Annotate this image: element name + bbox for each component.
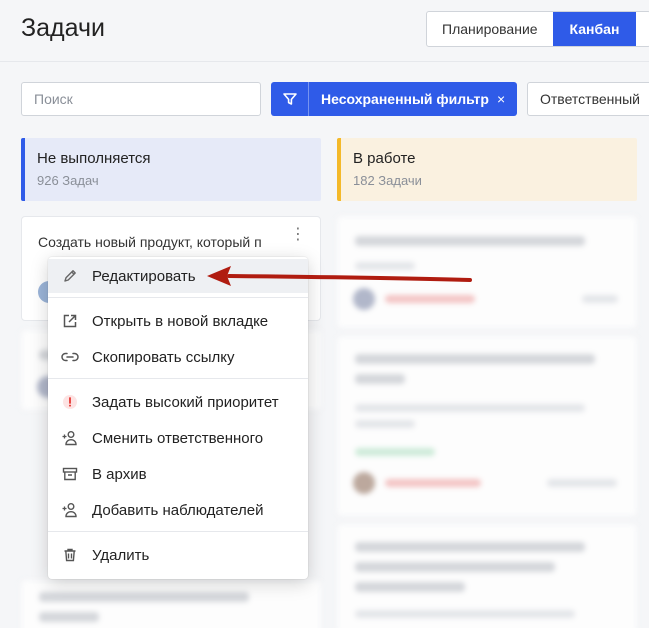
search-input[interactable] — [21, 82, 261, 116]
menu-item-label: Сменить ответственного — [92, 429, 264, 447]
task-context-menu: Редактировать Открыть в новой вкладке Ск… — [48, 257, 308, 579]
page-header: Задачи Планирование Канбан — [0, 0, 649, 62]
menu-item-add-watchers[interactable]: Добавить наблюдателей — [48, 493, 308, 527]
menu-item-archive[interactable]: В архив — [48, 457, 308, 491]
view-planning-tab[interactable]: Планирование — [427, 12, 553, 46]
filter-clear-icon[interactable]: × — [497, 91, 505, 107]
menu-divider — [48, 297, 308, 298]
menu-item-open-new-tab[interactable]: Открыть в новой вкладке — [48, 304, 308, 338]
column-header-in-progress: В работе 182 Задачи — [337, 138, 637, 201]
kebab-icon[interactable]: ⋮ — [290, 227, 306, 243]
task-card — [21, 580, 321, 628]
view-switch-overflow[interactable] — [636, 12, 649, 46]
user-add-icon — [48, 502, 92, 518]
column-header-not-started: Не выполняется 926 Задач — [21, 138, 321, 201]
archive-icon — [48, 466, 92, 482]
filter-label: Несохраненный фильтр — [321, 91, 489, 107]
view-switcher: Планирование Канбан — [426, 11, 649, 47]
column-title: Не выполняется — [37, 150, 151, 167]
task-card — [337, 336, 637, 516]
menu-item-label: Удалить — [92, 546, 150, 564]
link-icon — [48, 349, 92, 365]
trash-icon — [48, 547, 92, 563]
view-kanban-tab[interactable]: Канбан — [552, 12, 637, 46]
external-link-icon — [48, 313, 92, 329]
menu-item-label: Редактировать — [92, 267, 196, 285]
menu-item-label: Открыть в новой вкладке — [92, 312, 269, 330]
filter-button[interactable]: Несохраненный фильтр × — [271, 82, 517, 116]
menu-item-change-assignee[interactable]: Сменить ответственного — [48, 421, 308, 455]
menu-item-set-priority[interactable]: Задать высокий приоритет — [48, 385, 308, 419]
menu-item-delete[interactable]: Удалить — [48, 538, 308, 572]
user-change-icon — [48, 430, 92, 446]
menu-item-label: Задать высокий приоритет — [92, 393, 279, 411]
column-count: 926 Задач — [37, 173, 99, 188]
responsible-filter-button[interactable]: Ответственный — [527, 82, 649, 116]
menu-item-label: В архив — [92, 465, 147, 483]
priority-icon — [48, 394, 92, 410]
task-title: Создать новый продукт, который п — [38, 234, 262, 250]
menu-divider — [48, 531, 308, 532]
menu-item-copy-link[interactable]: Скопировать ссылку — [48, 340, 308, 374]
annotation-arrow-icon — [207, 266, 472, 286]
menu-item-label: Скопировать ссылку — [92, 348, 235, 366]
column-count: 182 Задачи — [353, 173, 422, 188]
menu-item-label: Добавить наблюдателей — [92, 501, 264, 519]
menu-divider — [48, 378, 308, 379]
pencil-icon — [48, 268, 92, 284]
page-title: Задачи — [21, 14, 105, 42]
task-card — [337, 524, 637, 628]
filter-icon — [271, 82, 309, 116]
column-title: В работе — [353, 150, 416, 167]
